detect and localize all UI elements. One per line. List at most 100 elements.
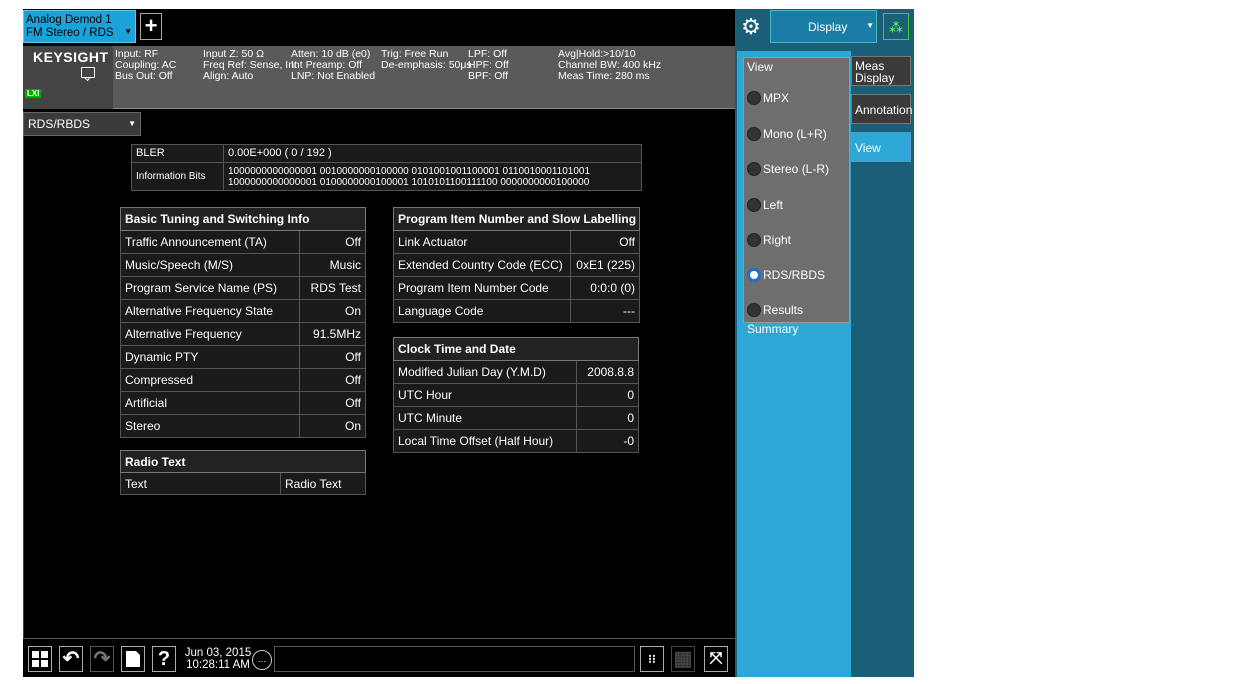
tab-title-line2: FM Stereo / RDS (26, 27, 114, 39)
radio-button (747, 197, 761, 212)
row-label: Alternative Frequency State (120, 299, 300, 323)
info-bits-label: Information Bits (131, 162, 224, 191)
chevron-down-icon: ▼ (128, 119, 136, 128)
status-ref: Input Z: 50 Ω Freq Ref: Sense, Int Align… (203, 48, 297, 82)
tab-meas-display[interactable]: Meas Display (851, 56, 911, 86)
option-label: Left (763, 197, 784, 212)
add-tab-button[interactable]: + (140, 13, 162, 40)
chevron-down-icon: ▼ (124, 27, 132, 36)
row-value: 0xE1 (225) (570, 253, 640, 277)
row-value: -0 (575, 429, 640, 453)
row-label: Music/Speech (M/S) (120, 253, 300, 277)
measurement-selector-label: RDS/RBDS (28, 117, 91, 131)
table-row: Language Code --- (392, 299, 640, 323)
view-option-right[interactable]: Right (747, 230, 847, 250)
multi-window-icon[interactable]: ▦ (671, 646, 695, 672)
row-value: RDS Test (298, 276, 367, 300)
status-trig: Trig: Free Run De-emphasis: 50μs (381, 48, 472, 71)
radio-button (747, 302, 761, 317)
row-value: 91.5MHz (298, 322, 367, 346)
row-label: Program Service Name (PS) (120, 276, 300, 300)
display-menu-button[interactable]: Display ▼ (770, 10, 877, 43)
program-item-table: Program Item Number and Slow Labelling C… (392, 207, 640, 323)
view-option-left[interactable]: Left (747, 195, 847, 215)
row-value: Radio Text (280, 472, 366, 495)
view-option-stereo[interactable]: Stereo (L-R) (747, 159, 847, 179)
windows-icon[interactable] (28, 646, 52, 672)
gear-icon[interactable]: ⚙ (740, 13, 762, 40)
view-option-results-summary[interactable]: Results Summary (747, 300, 847, 336)
row-label: Local Time Offset (Half Hour) (393, 429, 577, 453)
row-label: Artificial (120, 391, 300, 415)
row-value: Off (298, 230, 367, 254)
row-value: On (298, 299, 367, 323)
row-label: Link Actuator (392, 230, 572, 254)
table-row: Traffic Announcement (TA) Off (120, 230, 367, 254)
row-value: On (298, 414, 367, 438)
row-value: 0 (575, 406, 640, 430)
view-menu-title: View (747, 60, 773, 74)
table-row: Music/Speech (M/S) Music (120, 253, 367, 277)
table-row: Extended Country Code (ECC) 0xE1 (225) (392, 253, 640, 277)
table-row: Alternative Frequency State On (120, 299, 367, 323)
view-option-mono[interactable]: Mono (L+R) (747, 124, 847, 144)
status-bar: KEYSIGHT LXI Input: RF Coupling: AC Bus … (23, 46, 735, 109)
undo-icon[interactable]: ↶ (59, 646, 83, 672)
row-label: Extended Country Code (ECC) (392, 253, 572, 277)
table-row: Modified Julian Day (Y.M.D) 2008.8.8 (393, 360, 640, 384)
table-title: Basic Tuning and Switching Info (120, 207, 366, 231)
measurement-tab[interactable]: Analog Demod 1 FM Stereo / RDS ▼ (23, 10, 136, 43)
status-avg: Avg|Hold:>10/10 Channel BW: 400 kHz Meas… (558, 48, 662, 82)
measurement-selector[interactable]: RDS/RBDS ▼ (23, 112, 141, 136)
fullscreen-icon[interactable]: ⤧ (704, 646, 728, 672)
layout-grid-icon[interactable]: ⁝⁝ (640, 646, 664, 672)
radio-button (747, 90, 761, 105)
option-label: Mono (L+R) (763, 126, 827, 141)
table-row: Compressed Off (120, 368, 367, 392)
row-label: Text (120, 472, 281, 495)
radio-button-selected (747, 267, 761, 282)
file-icon[interactable] (121, 646, 145, 672)
message-icon[interactable]: … (252, 650, 272, 670)
row-value: Off (570, 230, 640, 254)
row-value: Off (298, 345, 367, 369)
help-icon[interactable]: ? (152, 646, 176, 672)
option-label: Right (763, 232, 792, 247)
view-option-rds[interactable]: RDS/RBDS (747, 265, 847, 285)
table-row: UTC Minute 0 (393, 406, 640, 430)
table-row: Artificial Off (120, 391, 367, 415)
row-label: UTC Minute (393, 406, 577, 430)
row-label: Compressed (120, 368, 300, 392)
table-title: Program Item Number and Slow Labelling C… (393, 207, 640, 231)
info-bits-line2: 1000000000000001 0100000000100001 101010… (228, 176, 590, 188)
radio-button (747, 232, 761, 247)
option-label: RDS/RBDS (763, 267, 826, 282)
row-label: UTC Hour (393, 383, 577, 407)
table-row: Program Item Number Code 0:0:0 (0) (392, 276, 640, 300)
row-value: Off (298, 368, 367, 392)
lxi-badge: LXI (25, 89, 42, 98)
row-label: Modified Julian Day (Y.M.D) (393, 360, 577, 384)
row-label: Program Item Number Code (392, 276, 572, 300)
row-label: Language Code (392, 299, 572, 323)
keysight-logo[interactable]: KEYSIGHT LXI (23, 46, 113, 109)
radio-button (747, 126, 761, 141)
radio-button (747, 161, 761, 176)
redo-icon[interactable]: ↷ (90, 646, 114, 672)
table-row: Dynamic PTY Off (120, 345, 367, 369)
busy-spinner-icon: ⁂ (883, 13, 909, 40)
time-text: 10:28:11 AM (186, 659, 250, 671)
row-value: Off (298, 391, 367, 415)
table-row: Link Actuator Off (392, 230, 640, 254)
display-icon (81, 67, 95, 78)
table-row: Program Service Name (PS) RDS Test (120, 276, 367, 300)
bler-label: BLER (131, 144, 224, 163)
date-text: Jun 03, 2015 (184, 647, 252, 659)
view-option-mpx[interactable]: MPX (747, 88, 847, 108)
tab-annotation[interactable]: Annotation (851, 94, 912, 124)
table-row: Alternative Frequency 91.5MHz (120, 322, 367, 346)
basic-tuning-table: Basic Tuning and Switching Info Traffic … (120, 207, 367, 438)
tab-view[interactable]: View (851, 132, 911, 162)
info-bits-line1: 1000000000000001 0010000000100000 010100… (228, 165, 591, 177)
view-menu: View MPX Mono (L+R) Stereo (L-R) Left Ri… (743, 57, 850, 336)
